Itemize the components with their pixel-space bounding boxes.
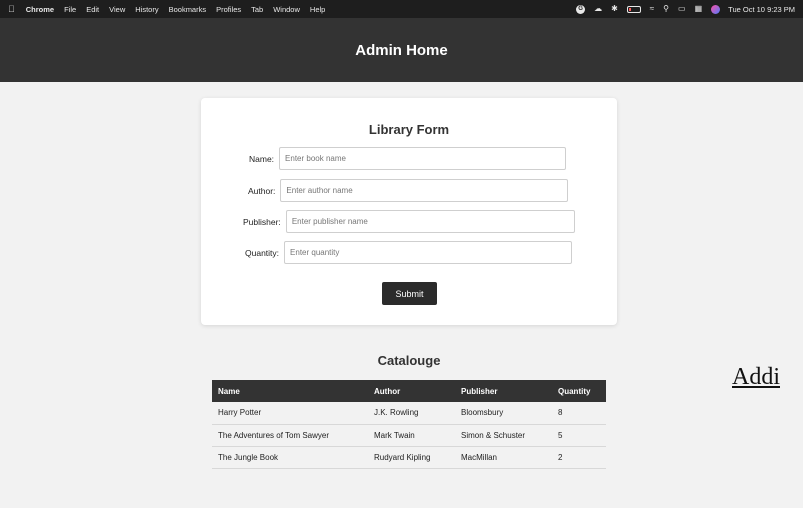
menu-help[interactable]: Help [310, 5, 325, 14]
macos-menu-bar:  Chrome File Edit View History Bookmark… [0, 0, 803, 18]
column-header-quantity: Quantity [552, 380, 606, 402]
cell-publisher: Bloomsbury [455, 402, 552, 425]
column-header-author: Author [368, 380, 455, 402]
table-row: The Adventures of Tom Sawyer Mark Twain … [212, 424, 606, 447]
grammarly-icon[interactable]: G [576, 4, 586, 14]
catalogue-table: Name Author Publisher Quantity Harry Pot… [212, 380, 606, 469]
menu-bookmarks[interactable]: Bookmarks [169, 5, 207, 14]
table-header-row: Name Author Publisher Quantity [212, 380, 606, 402]
menu-edit[interactable]: Edit [86, 5, 99, 14]
menu-profiles[interactable]: Profiles [216, 5, 241, 14]
apple-icon[interactable]:  [8, 4, 15, 14]
form-row-publisher: Publisher: [243, 210, 575, 233]
name-label: Name: [249, 153, 275, 164]
cell-quantity: 5 [552, 424, 606, 447]
page-title: Admin Home [355, 41, 448, 59]
menu-view[interactable]: View [109, 5, 125, 14]
submit-button[interactable]: Submit [382, 282, 437, 305]
column-header-publisher: Publisher [455, 380, 552, 402]
siri-icon[interactable] [711, 4, 721, 14]
bluetooth-icon[interactable]: ✱ [611, 5, 618, 13]
status-area: G ☁ ✱ ≈ ⚲ ▭ ▦ Tue Oct 10 9:23 PM [567, 4, 795, 14]
book-name-input[interactable] [279, 147, 567, 170]
display-icon[interactable]: ▭ [678, 5, 686, 13]
quantity-label: Quantity: [245, 247, 280, 258]
menu-tab[interactable]: Tab [251, 5, 263, 14]
library-form-card: Library Form Name: Author: Publisher: Qu… [201, 98, 617, 325]
battery-icon[interactable] [626, 5, 641, 13]
publisher-name-input[interactable] [285, 210, 575, 233]
menu-window[interactable]: Window [273, 5, 300, 14]
cell-author: J.K. Rowling [368, 402, 455, 425]
form-title: Library Form [368, 122, 450, 137]
cell-publisher: Simon & Schuster [455, 424, 552, 447]
catalogue-title: Catalouge [377, 353, 441, 368]
adding-link[interactable]: Addi [732, 364, 780, 391]
form-row-quantity: Quantity: [245, 241, 573, 264]
cloud-icon[interactable]: ☁ [594, 5, 602, 13]
menu-history[interactable]: History [135, 5, 158, 14]
publisher-label: Publisher: [243, 216, 281, 227]
menu-app-chrome[interactable]: Chrome [26, 5, 54, 14]
cell-publisher: MacMillan [455, 446, 552, 469]
table-row: Harry Potter J.K. Rowling Bloomsbury 8 [212, 402, 606, 425]
cell-name: The Jungle Book [212, 446, 368, 469]
search-icon[interactable]: ⚲ [663, 5, 669, 13]
cell-quantity: 8 [552, 402, 606, 425]
control-center-icon[interactable]: ▦ [695, 5, 703, 13]
column-header-name: Name [212, 380, 368, 402]
cell-author: Rudyard Kipling [368, 446, 455, 469]
cell-author: Mark Twain [368, 424, 455, 447]
form-row-author: Author: [248, 179, 569, 202]
author-name-input[interactable] [280, 179, 569, 202]
cell-name: Harry Potter [212, 402, 368, 425]
author-label: Author: [248, 185, 276, 196]
menu-clock[interactable]: Tue Oct 10 9:23 PM [728, 5, 795, 14]
table-row: The Jungle Book Rudyard Kipling MacMilla… [212, 446, 606, 469]
page-header: Admin Home [0, 18, 803, 82]
menu-file[interactable]: File [64, 5, 76, 14]
wifi-icon[interactable]: ≈ [650, 5, 654, 13]
cell-name: The Adventures of Tom Sawyer [212, 424, 368, 447]
cell-quantity: 2 [552, 446, 606, 469]
quantity-input[interactable] [284, 241, 573, 264]
form-row-name: Name: [249, 147, 567, 170]
